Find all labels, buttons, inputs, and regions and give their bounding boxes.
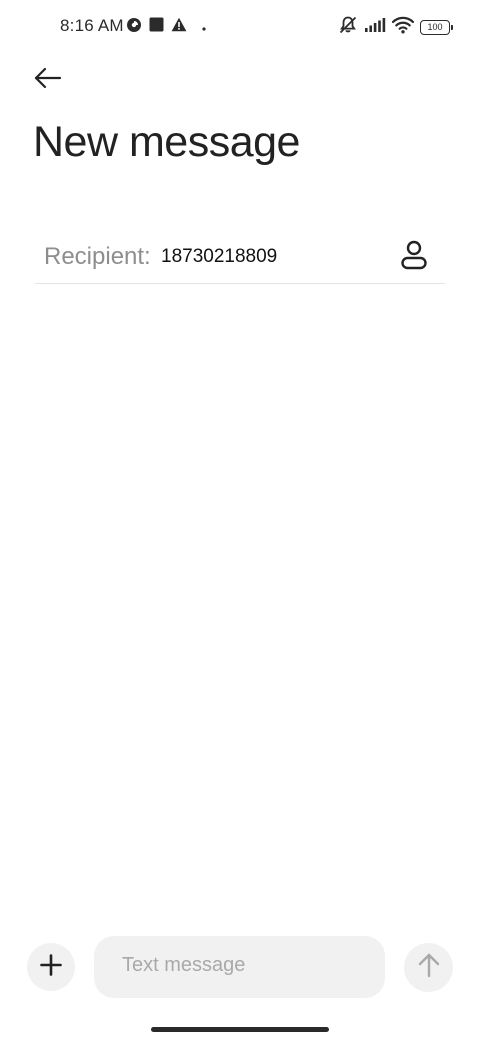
wifi-icon bbox=[391, 16, 415, 39]
arrow-left-icon bbox=[34, 67, 62, 94]
dot-icon bbox=[202, 18, 206, 36]
vibrate-off-icon bbox=[338, 15, 358, 40]
status-time: 8:16 AM bbox=[60, 16, 124, 35]
page-title: New message bbox=[33, 118, 300, 166]
person-icon bbox=[400, 240, 428, 275]
recipient-label: Recipient: bbox=[44, 243, 151, 270]
system-icons: 100 bbox=[338, 15, 453, 40]
new-message-screen: 8:16 AM 100 New message Recipient: 18730… bbox=[0, 0, 480, 1040]
recipient-row: Recipient: bbox=[35, 232, 445, 284]
contact-picker-button[interactable] bbox=[397, 240, 431, 274]
plus-icon bbox=[40, 953, 62, 981]
status-bar: 8:16 AM 100 bbox=[0, 0, 480, 54]
battery-icon: 100 bbox=[420, 19, 453, 35]
stop-square-icon bbox=[149, 17, 164, 37]
notification-icons bbox=[126, 17, 206, 38]
home-indicator[interactable] bbox=[151, 1027, 329, 1032]
warning-icon bbox=[171, 17, 187, 37]
message-field[interactable] bbox=[94, 936, 385, 998]
signal-icon bbox=[364, 17, 386, 38]
data-saver-icon bbox=[126, 17, 142, 38]
arrow-up-icon bbox=[418, 952, 440, 983]
send-button[interactable] bbox=[404, 943, 453, 992]
attach-button[interactable] bbox=[27, 943, 75, 991]
message-input[interactable] bbox=[122, 954, 372, 977]
back-button[interactable] bbox=[28, 62, 68, 98]
recipient-input[interactable] bbox=[161, 246, 381, 268]
